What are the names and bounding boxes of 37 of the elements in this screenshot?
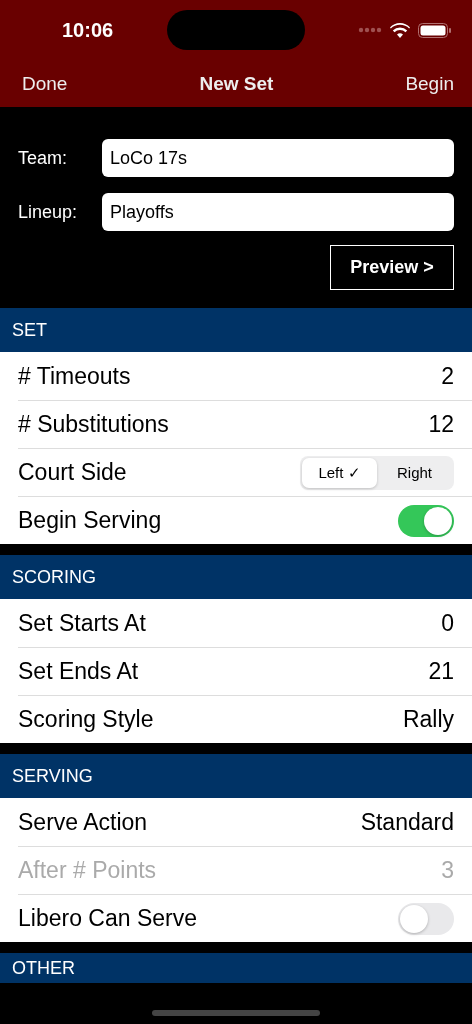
row-value: Rally [402, 706, 454, 733]
signal-icon [358, 27, 382, 33]
row-value: 12 [428, 411, 454, 438]
row-label: Libero Can Serve [18, 905, 197, 932]
row-label: Begin Serving [18, 507, 162, 534]
text-field[interactable]: LoCo 17s [102, 139, 454, 177]
section-header: SERVING [0, 754, 472, 798]
row-label: # Substitutions [18, 411, 169, 438]
row-value: 0 [441, 609, 454, 637]
segment-option[interactable]: Right [377, 457, 452, 488]
row-value: 21 [428, 658, 454, 685]
begin-button[interactable]: Begin [405, 72, 454, 95]
row-label: Set Ends At [18, 658, 139, 685]
done-button[interactable]: Done [22, 72, 68, 95]
toggle-switch[interactable] [398, 504, 454, 537]
nav-title: New Set [199, 72, 274, 95]
row-label: Set Starts At [18, 609, 146, 637]
preview-button[interactable]: Preview > [330, 245, 454, 290]
battery-icon [418, 22, 452, 38]
section-header: SCORING [0, 555, 472, 599]
row-label: After # Points [18, 857, 157, 884]
row-label: Serve Action [18, 808, 148, 836]
row-value: 2 [441, 362, 454, 390]
section-header: SET [0, 308, 472, 352]
segment-option[interactable]: Left ✓ [302, 457, 377, 488]
row-label: Scoring Style [18, 706, 154, 733]
row-value: Standard [360, 808, 454, 836]
wifi-icon [390, 22, 410, 38]
section-header: OTHER [0, 953, 472, 983]
row-value: 3 [441, 857, 454, 884]
status-time: 10:06 [62, 18, 114, 42]
field-label: Team: [18, 147, 69, 169]
row-label: # Timeouts [18, 362, 131, 390]
row-label: Court Side [18, 459, 127, 486]
toggle-switch[interactable] [398, 902, 454, 935]
text-field[interactable]: Playoffs [102, 193, 454, 231]
field-label: Lineup: [18, 201, 79, 223]
